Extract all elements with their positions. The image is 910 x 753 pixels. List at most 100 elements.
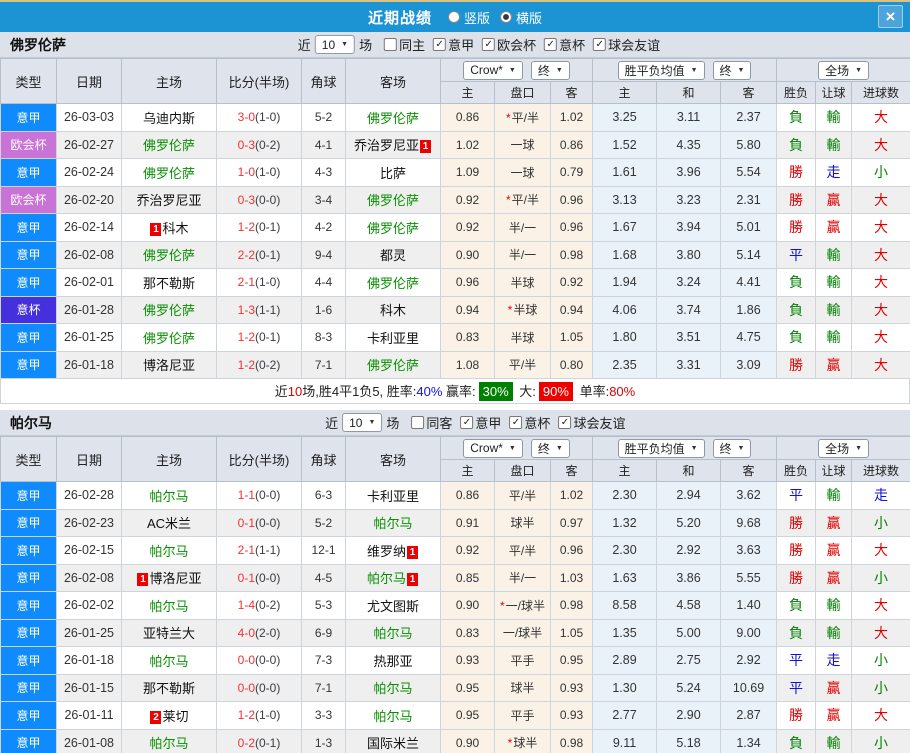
home-team: 帕尔马 [122,537,217,565]
odds-source-select[interactable]: Crow*▼ [463,439,523,458]
avg-odds-cell: 9.68 [721,509,777,537]
filter-checkbox-label: 球会友谊 [573,413,625,432]
result-flag: 大 [852,104,910,132]
full-time-score: 1-3 [238,303,255,317]
avg-odds-cell: 4.75 [721,324,777,352]
avg-odds-cell: 3.74 [657,296,721,324]
result-flag: 小 [852,647,910,675]
column-header: 主场 [122,59,217,104]
score-cell: 1-3(1-1) [217,296,302,324]
table-row: 意甲26-01-25佛罗伦萨1-2(0-1)8-3卡利亚里0.83半球1.051… [1,324,910,352]
odds-source-select[interactable]: 全场▼ [818,439,869,458]
filter-checkbox[interactable] [384,38,397,51]
result-flag: 走 [816,647,852,675]
result-flag: 小 [852,729,910,753]
filter-checkbox[interactable]: ✓ [482,38,495,51]
filter-checkbox[interactable]: ✓ [433,38,446,51]
handicap-label: 平/半 [512,193,539,207]
avg-odds-cell: 2.37 [721,104,777,132]
column-header: 客 [551,460,593,482]
result-flag: 負 [777,296,816,324]
odds-stage-select[interactable]: 终▼ [531,439,570,458]
close-button[interactable]: × [878,5,903,28]
away-team: 帕尔马 [346,674,441,702]
dropdown-value: 终 [720,440,732,457]
table-row: 意甲26-02-23AC米兰0-1(0-0)5-2帕尔马0.91球半0.971.… [1,509,910,537]
team-label: 博洛尼亚 [149,571,201,586]
column-header: 角球 [302,59,346,104]
half-time-score: (0-2) [255,598,280,612]
home-team: 2莱切 [122,702,217,730]
column-header: 主 [593,460,657,482]
odds-stage-select[interactable]: 终▼ [713,439,752,458]
half-time-score: (2-0) [255,626,280,640]
half-time-score: (0-0) [255,571,280,585]
league-badge: 意甲 [1,619,57,647]
avg-odds-cell: 2.90 [657,702,721,730]
odds-home: 0.83 [441,619,495,647]
column-header: 胜负 [777,460,816,482]
avg-odds-cell: 2.92 [657,537,721,565]
handicap-label: 半球 [510,331,534,345]
full-time-score: 1-1 [238,488,255,502]
dropdown-value: 胜平负均值 [625,440,685,457]
table-row: 意甲26-02-02帕尔马1-4(0-2)5-3尤文图斯0.90*一/球半0.9… [1,592,910,620]
odds-home: 1.09 [441,159,495,187]
column-header: 客 [551,82,593,104]
score-cell: 3-0(1-0) [217,104,302,132]
home-team: 佛罗伦萨 [122,241,217,269]
away-team: 国际米兰 [346,729,441,753]
handicap-cell: 平手 [495,647,551,675]
league-badge: 意甲 [1,104,57,132]
filter-checkbox[interactable]: ✓ [544,38,557,51]
odds-source-select[interactable]: Crow*▼ [463,61,523,80]
full-time-score: 2-1 [238,543,255,557]
results-table: 类型日期主场比分(半场)角球客场Crow*▼终▼胜平负均值▼终▼全场▼主盘口客主… [0,58,910,379]
filter-checkbox[interactable]: ✓ [460,416,473,429]
table-row: 意甲26-01-112莱切1-2(1-0)3-3帕尔马0.95平手0.932.7… [1,702,910,730]
layout-radio[interactable] [448,11,460,23]
score-cell: 1-1(0-0) [217,482,302,510]
half-time-score: (0-2) [255,358,280,372]
result-flag: 平 [777,482,816,510]
handicap-label: 一/球半 [503,626,542,640]
handicap-cell: 一/球半 [495,619,551,647]
odds-home: 0.93 [441,647,495,675]
odds-stage-select[interactable]: 终▼ [713,61,752,80]
games-count-select[interactable]: 10▼ [342,413,382,432]
full-time-score: 1-2 [238,330,255,344]
odds-away: 1.03 [551,564,593,592]
odds-source-select[interactable]: 全场▼ [818,61,869,80]
handicap-cell: 半/一 [495,241,551,269]
corners-cell: 7-1 [302,351,346,379]
league-badge: 意甲 [1,702,57,730]
filter-checkbox-label: 同主 [399,35,425,54]
layout-radio[interactable] [500,11,512,23]
avg-odds-cell: 4.58 [657,592,721,620]
match-date: 26-02-28 [57,482,122,510]
table-row: 欧会杯26-02-27佛罗伦萨0-3(0-2)4-1乔治罗尼亚11.02一球0.… [1,131,910,159]
games-count-select[interactable]: 10▼ [315,35,355,54]
team-label: 帕尔马 [149,654,188,669]
odds-source-select[interactable]: 胜平负均值▼ [618,61,705,80]
handicap-label: 一/球半 [506,599,545,613]
filter-checkbox[interactable]: ✓ [593,38,606,51]
result-flag: 大 [852,702,910,730]
filter-checkbox[interactable]: ✓ [509,416,522,429]
corners-cell: 6-3 [302,482,346,510]
half-time-score: (1-1) [255,303,280,317]
filter-checkbox[interactable]: ✓ [558,416,571,429]
handicap-cell: 平/半 [495,351,551,379]
column-header: 进球数 [852,82,910,104]
avg-odds-cell: 1.68 [593,241,657,269]
column-header: 和 [657,82,721,104]
odds-stage-select[interactable]: 终▼ [531,61,570,80]
avg-odds-cell: 5.54 [721,159,777,187]
avg-odds-cell: 3.94 [657,214,721,242]
star-marker: * [508,303,513,317]
odds-source-select[interactable]: 胜平负均值▼ [618,439,705,458]
full-time-score: 1-2 [238,708,255,722]
filter-checkbox[interactable] [411,416,424,429]
away-team: 帕尔马 [346,619,441,647]
away-team: 都灵 [346,241,441,269]
